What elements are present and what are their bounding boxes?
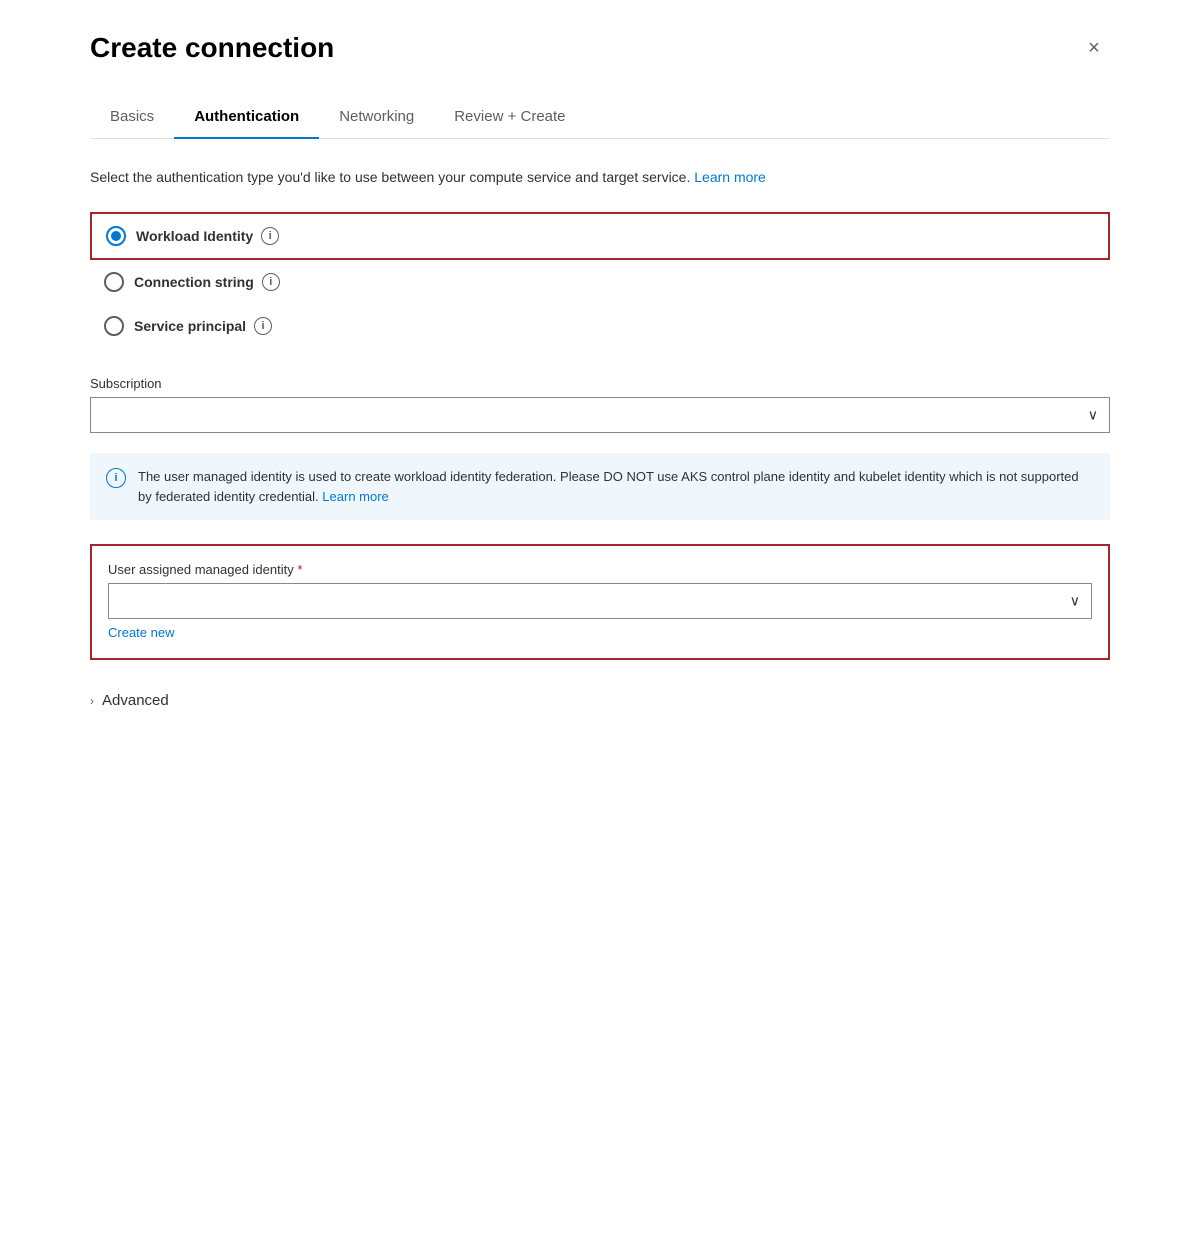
service-principal-label: Service principal i xyxy=(134,317,272,335)
tab-authentication[interactable]: Authentication xyxy=(174,96,319,139)
advanced-label: Advanced xyxy=(102,692,169,709)
subscription-select-wrapper xyxy=(90,397,1110,433)
dialog-title: Create connection xyxy=(90,32,334,64)
info-banner-learn-more-link[interactable]: Learn more xyxy=(322,489,388,504)
user-identity-label: User assigned managed identity * xyxy=(108,562,1092,577)
tab-basics[interactable]: Basics xyxy=(90,96,174,139)
service-principal-info-icon[interactable]: i xyxy=(254,317,272,335)
user-identity-select[interactable] xyxy=(108,583,1092,619)
create-connection-dialog: Create connection × Basics Authenticatio… xyxy=(50,0,1150,749)
workload-identity-option[interactable]: Workload Identity i xyxy=(90,212,1110,260)
user-identity-select-wrapper xyxy=(108,583,1092,619)
advanced-toggle-button[interactable]: › Advanced xyxy=(90,684,169,717)
advanced-chevron-icon: › xyxy=(90,694,94,708)
auth-type-radio-group: Workload Identity i Connection string i … xyxy=(90,212,1110,348)
advanced-section: › Advanced xyxy=(90,684,1110,717)
description-learn-more-link[interactable]: Learn more xyxy=(694,169,766,185)
required-asterisk: * xyxy=(297,562,302,577)
workload-identity-radio[interactable] xyxy=(106,226,126,246)
service-principal-option[interactable]: Service principal i xyxy=(90,304,1110,348)
subscription-select[interactable] xyxy=(90,397,1110,433)
create-new-link[interactable]: Create new xyxy=(108,625,174,640)
connection-string-info-icon[interactable]: i xyxy=(262,273,280,291)
tab-bar: Basics Authentication Networking Review … xyxy=(90,96,1110,139)
close-button[interactable]: × xyxy=(1078,32,1110,64)
info-banner-icon: i xyxy=(106,468,126,488)
user-identity-section: User assigned managed identity * Create … xyxy=(90,544,1110,660)
info-banner: i The user managed identity is used to c… xyxy=(90,453,1110,520)
info-banner-text: The user managed identity is used to cre… xyxy=(138,467,1094,506)
tab-networking[interactable]: Networking xyxy=(319,96,434,139)
connection-string-radio[interactable] xyxy=(104,272,124,292)
dialog-header: Create connection × xyxy=(90,32,1110,64)
description-text: Select the authentication type you'd lik… xyxy=(90,167,1110,188)
tab-review-create[interactable]: Review + Create xyxy=(434,96,585,139)
connection-string-option[interactable]: Connection string i xyxy=(90,260,1110,304)
workload-identity-info-icon[interactable]: i xyxy=(261,227,279,245)
service-principal-radio[interactable] xyxy=(104,316,124,336)
connection-string-label: Connection string i xyxy=(134,273,280,291)
subscription-label: Subscription xyxy=(90,376,1110,391)
subscription-section: Subscription xyxy=(90,376,1110,433)
workload-identity-label: Workload Identity i xyxy=(136,227,279,245)
